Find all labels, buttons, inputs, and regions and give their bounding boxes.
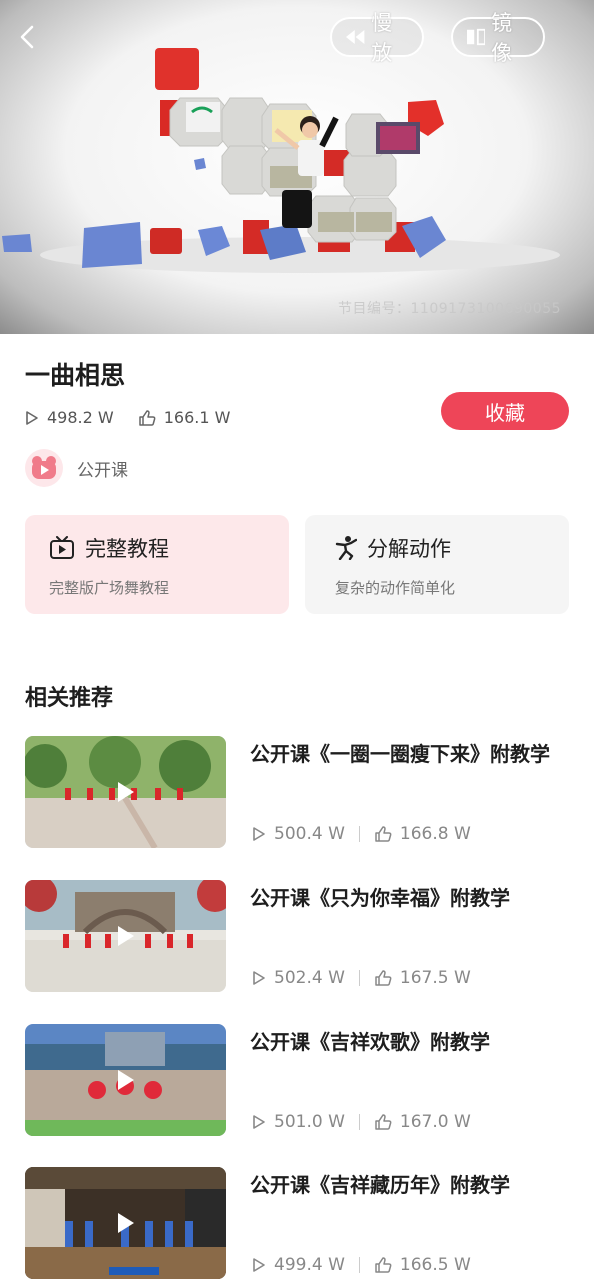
video-thumbnail: [25, 1024, 226, 1136]
play-icon: [118, 1213, 134, 1233]
mirror-icon: [467, 28, 486, 46]
related-section-title: 相关推荐: [25, 686, 114, 711]
divider: [358, 826, 360, 842]
author-row[interactable]: 公开课: [25, 449, 128, 487]
full-tutorial-card[interactable]: 完整教程 完整版广场舞教程: [25, 515, 289, 614]
slow-motion-button[interactable]: 慢放: [330, 11, 424, 65]
play-icon: [118, 926, 134, 946]
recommend-stats: 502.4 W 167.5 W: [252, 968, 471, 988]
list-item[interactable]: 公开课《吉祥欢歌》附教学 501.0 W 167.0 W: [25, 1024, 570, 1136]
full-tutorial-subtitle: 完整版广场舞教程: [49, 579, 170, 597]
thumbs-up-icon: [375, 970, 392, 986]
play-count: 499.4 W: [274, 1255, 345, 1275]
play-count-icon: [253, 971, 265, 985]
recommend-stats: 500.4 W 166.8 W: [252, 824, 471, 844]
video-thumbnail: [25, 736, 226, 848]
tv-icon: [50, 536, 74, 559]
play-icon: [118, 1070, 134, 1090]
slow-motion-label: 慢放: [371, 11, 393, 65]
recommend-title: 公开课《一圈一圈瘦下来》附教学: [250, 742, 550, 766]
recommend-title: 公开课《吉祥欢歌》附教学: [250, 1030, 490, 1054]
thumbs-up-icon: [375, 826, 392, 842]
divider: [358, 970, 360, 986]
back-button[interactable]: [12, 22, 42, 52]
video-player[interactable]: 慢放 镜像 节目编号：1109173100690055: [0, 0, 594, 334]
thumbs-up-icon: [138, 409, 156, 426]
recommend-title: 公开课《吉祥藏历年》附教学: [250, 1173, 510, 1197]
like-count: 166.1 W: [163, 408, 231, 427]
play-count-icon: [253, 1258, 265, 1272]
author-name: 公开课: [77, 460, 128, 481]
list-item[interactable]: 公开课《只为你幸福》附教学 502.4 W 167.5 W: [25, 880, 570, 992]
rewind-icon: [346, 30, 365, 44]
avatar: [25, 449, 63, 487]
like-count: 166.8 W: [399, 824, 471, 844]
recommend-stats: 499.4 W 166.5 W: [252, 1255, 471, 1275]
video-thumbnail: [25, 1167, 226, 1279]
play-count: 498.2 W: [47, 408, 114, 427]
thumbs-up-icon: [375, 1114, 392, 1130]
play-count: 502.4 W: [274, 968, 345, 988]
list-item[interactable]: 公开课《一圈一圈瘦下来》附教学 500.4 W 166.8 W: [25, 736, 570, 848]
like-count: 167.0 W: [399, 1112, 471, 1132]
like-count: 167.5 W: [399, 968, 471, 988]
play-count-icon: [253, 1115, 265, 1129]
play-icon: [118, 782, 134, 802]
chevron-left-icon: [20, 25, 34, 49]
video-stats: 498.2 W 166.1 W: [25, 408, 254, 427]
video-title: 一曲相思: [25, 361, 126, 390]
program-number-watermark: 节目编号：1109173100690055: [338, 301, 562, 317]
like-count: 166.5 W: [399, 1255, 471, 1275]
play-count-icon: [26, 410, 38, 425]
play-count: 500.4 W: [274, 824, 345, 844]
breakdown-subtitle: 复杂的动作简单化: [335, 579, 456, 597]
favorite-button[interactable]: 收藏: [441, 392, 569, 430]
list-item[interactable]: 公开课《吉祥藏历年》附教学 499.4 W 166.5 W: [25, 1167, 570, 1279]
play-count: 501.0 W: [274, 1112, 345, 1132]
video-thumbnail: [25, 880, 226, 992]
mirror-label: 镜像: [491, 11, 513, 65]
recommend-title: 公开课《只为你幸福》附教学: [250, 886, 510, 910]
thumbs-up-icon: [375, 1257, 392, 1273]
dancer-icon: [335, 536, 357, 560]
divider: [358, 1114, 360, 1130]
channel-logo-icon: [32, 456, 56, 479]
recommend-stats: 501.0 W 167.0 W: [252, 1112, 471, 1132]
full-tutorial-title: 完整教程: [85, 537, 169, 561]
breakdown-title: 分解动作: [367, 537, 451, 561]
divider: [358, 1257, 360, 1273]
mirror-button[interactable]: 镜像: [451, 11, 545, 65]
breakdown-card[interactable]: 分解动作 复杂的动作简单化: [305, 515, 569, 614]
play-count-icon: [253, 827, 265, 841]
